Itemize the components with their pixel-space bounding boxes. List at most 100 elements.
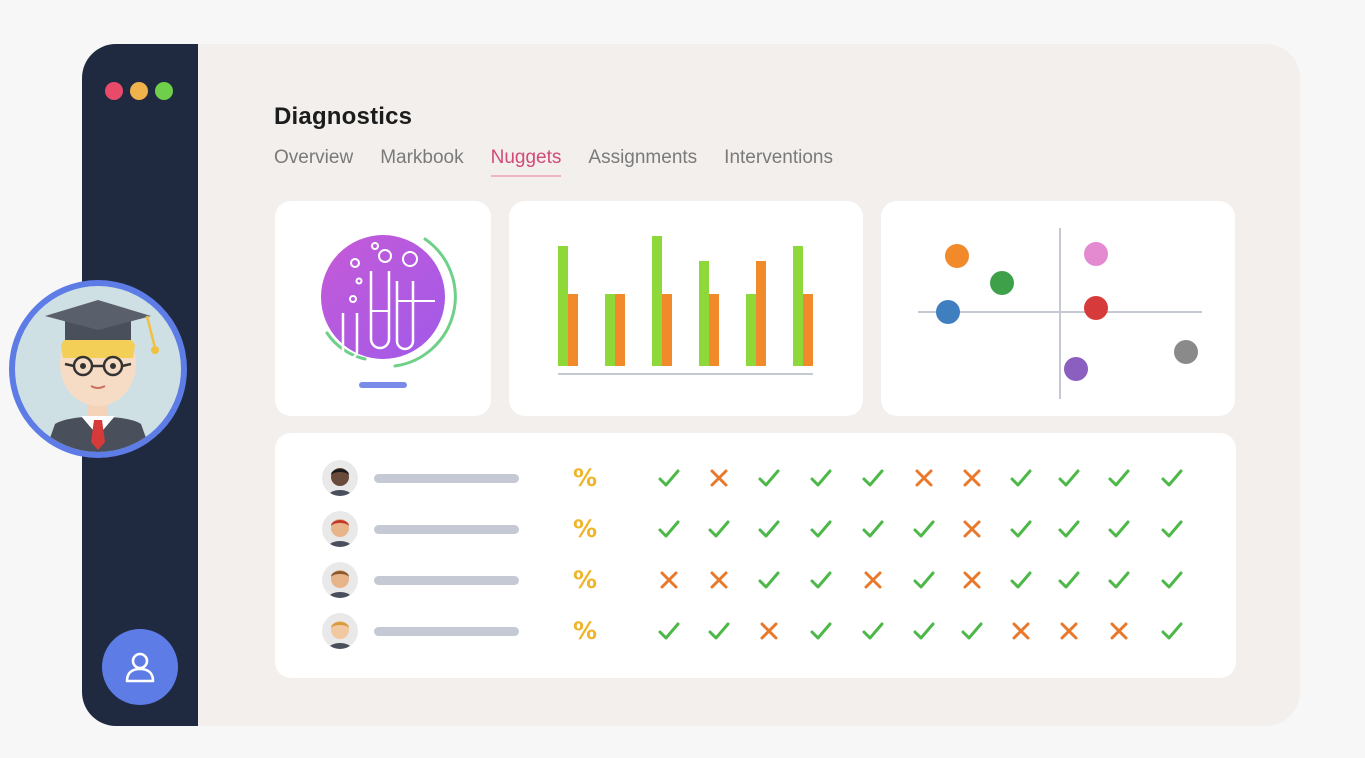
check-icon[interactable] — [911, 567, 937, 593]
user-profile-button[interactable] — [102, 629, 178, 705]
check-icon[interactable] — [860, 516, 886, 542]
table-row[interactable]: % — [275, 561, 1236, 601]
scatter-chart — [918, 228, 1202, 399]
bar-orange-1 — [568, 294, 578, 366]
student-name-placeholder — [374, 474, 519, 483]
check-icon[interactable] — [756, 567, 782, 593]
check-icon[interactable] — [808, 516, 834, 542]
check-icon[interactable] — [1008, 567, 1034, 593]
window-controls — [105, 82, 173, 100]
student-avatar[interactable] — [322, 562, 358, 598]
scatter-point-1 — [945, 244, 969, 268]
scatter-point-4 — [1084, 242, 1108, 266]
tab-nuggets[interactable]: Nuggets — [490, 147, 562, 177]
cross-icon[interactable] — [959, 465, 985, 491]
check-icon[interactable] — [911, 516, 937, 542]
cross-icon[interactable] — [860, 567, 886, 593]
cross-icon[interactable] — [1008, 618, 1034, 644]
bar-orange-5 — [756, 261, 766, 366]
minimize-dot[interactable] — [130, 82, 148, 100]
check-icon[interactable] — [1106, 465, 1132, 491]
cross-icon[interactable] — [656, 567, 682, 593]
check-icon[interactable] — [656, 618, 682, 644]
user-icon — [125, 652, 155, 683]
tab-overview[interactable]: Overview — [274, 147, 353, 177]
check-icon[interactable] — [706, 618, 732, 644]
check-icon[interactable] — [706, 516, 732, 542]
check-icon[interactable] — [808, 465, 834, 491]
check-icon[interactable] — [1008, 465, 1034, 491]
percent-score: % — [573, 566, 598, 594]
check-icon[interactable] — [860, 465, 886, 491]
check-icon[interactable] — [1056, 567, 1082, 593]
check-icon[interactable] — [911, 618, 937, 644]
percent-score: % — [573, 515, 598, 543]
teacher-avatar[interactable] — [9, 280, 187, 458]
check-icon[interactable] — [1159, 567, 1185, 593]
bar-orange-3 — [662, 294, 672, 366]
check-icon[interactable] — [1159, 465, 1185, 491]
check-icon[interactable] — [656, 516, 682, 542]
check-icon[interactable] — [656, 465, 682, 491]
student-avatar[interactable] — [322, 613, 358, 649]
bar-orange-4 — [709, 294, 719, 366]
check-icon[interactable] — [1106, 516, 1132, 542]
scatter-point-6 — [1064, 357, 1088, 381]
check-icon[interactable] — [808, 618, 834, 644]
tab-bar: Overview Markbook Nuggets Assignments In… — [274, 147, 860, 177]
graduate-avatar-icon — [45, 300, 159, 452]
bar-orange-6 — [803, 294, 813, 366]
student-avatar[interactable] — [322, 460, 358, 496]
check-icon[interactable] — [1008, 516, 1034, 542]
scatter-point-5 — [1084, 296, 1108, 320]
bar-green-1 — [558, 246, 568, 366]
cross-icon[interactable] — [959, 567, 985, 593]
scatter-point-2 — [990, 271, 1014, 295]
check-icon[interactable] — [1159, 516, 1185, 542]
page-title: Diagnostics — [274, 103, 413, 130]
table-row[interactable]: % — [275, 459, 1236, 499]
cross-icon[interactable] — [1056, 618, 1082, 644]
cross-icon[interactable] — [706, 567, 732, 593]
cross-icon[interactable] — [756, 618, 782, 644]
check-icon[interactable] — [1056, 465, 1082, 491]
check-icon[interactable] — [1159, 618, 1185, 644]
percent-score: % — [573, 464, 598, 492]
scatter-chart-card[interactable] — [881, 201, 1235, 416]
cross-icon[interactable] — [706, 465, 732, 491]
student-name-placeholder — [374, 576, 519, 585]
cross-icon[interactable] — [911, 465, 937, 491]
test-tubes-icon — [321, 235, 457, 388]
tab-markbook[interactable]: Markbook — [380, 147, 463, 177]
table-row[interactable]: % — [275, 612, 1236, 652]
student-name-placeholder — [374, 525, 519, 534]
bar-orange-2 — [615, 294, 625, 366]
check-icon[interactable] — [756, 465, 782, 491]
bar-green-3 — [652, 236, 662, 366]
bar-green-2 — [605, 294, 615, 366]
scatter-point-3 — [936, 300, 960, 324]
tab-assignments[interactable]: Assignments — [588, 147, 697, 177]
tab-interventions[interactable]: Interventions — [724, 147, 833, 177]
scatter-point-7 — [1174, 340, 1198, 364]
cross-icon[interactable] — [959, 516, 985, 542]
student-avatar[interactable] — [322, 511, 358, 547]
nuggets-illustration-card[interactable] — [275, 201, 491, 416]
bar-green-6 — [793, 246, 803, 366]
check-icon[interactable] — [756, 516, 782, 542]
maximize-dot[interactable] — [155, 82, 173, 100]
check-icon[interactable] — [808, 567, 834, 593]
percent-score: % — [573, 617, 598, 645]
bar-chart-card[interactable] — [509, 201, 863, 416]
check-icon[interactable] — [1106, 567, 1132, 593]
bar-chart — [558, 236, 813, 375]
student-name-placeholder — [374, 627, 519, 636]
cross-icon[interactable] — [1106, 618, 1132, 644]
table-row[interactable]: % — [275, 510, 1236, 550]
bar-green-5 — [746, 294, 756, 366]
check-icon[interactable] — [860, 618, 886, 644]
check-icon[interactable] — [959, 618, 985, 644]
close-dot[interactable] — [105, 82, 123, 100]
check-icon[interactable] — [1056, 516, 1082, 542]
bar-green-4 — [699, 261, 709, 366]
